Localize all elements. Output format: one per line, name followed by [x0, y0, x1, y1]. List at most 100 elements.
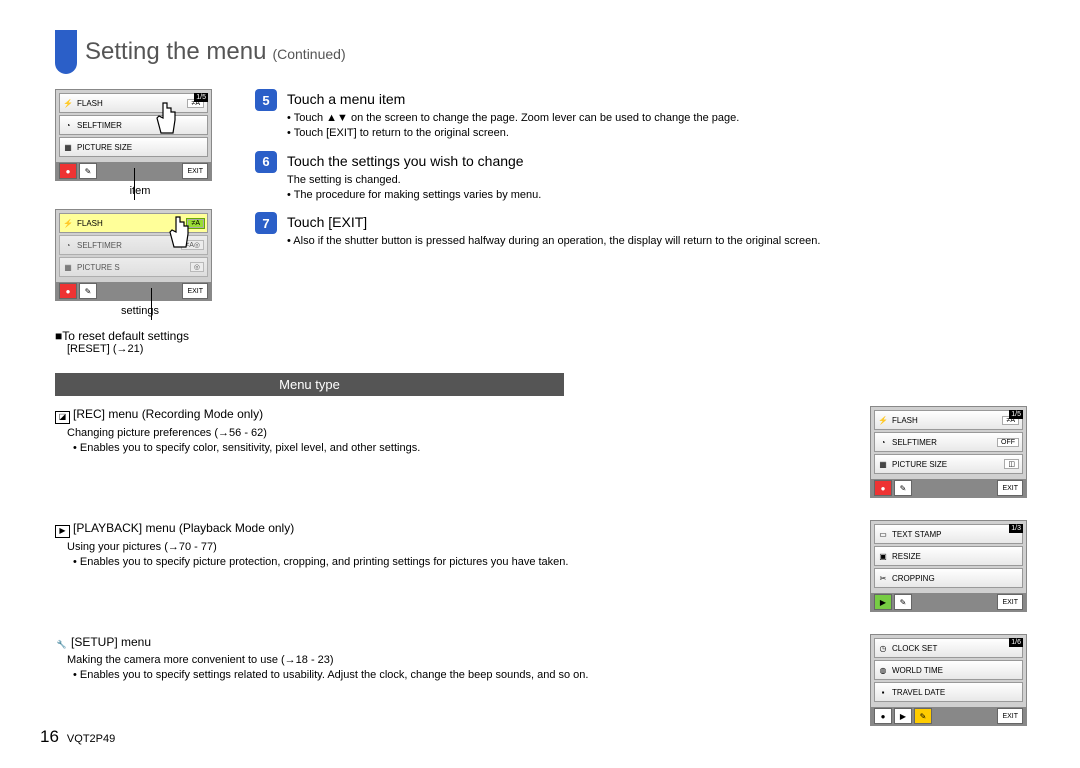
setup-line: Making the camera more convenient to use… [67, 653, 850, 668]
crop-icon: ✂ [878, 573, 888, 583]
step-title: Touch a menu item [287, 91, 1025, 107]
travel-icon: ▪ [878, 687, 888, 697]
menu-row-picturesize: ▦ PICTURE SIZE [59, 137, 208, 157]
exit-button: EXIT [997, 480, 1023, 496]
setup-demo-screen: 1/6 ◷CLOCK SET ◍WORLD TIME ▪TRAVEL DATE … [870, 634, 1027, 726]
camera-icon: ◪ [55, 411, 70, 424]
picture-icon: ▦ [878, 459, 888, 469]
row-label: CLOCK SET [892, 644, 937, 653]
playback-menu-entry: ▶[PLAYBACK] menu (Playback Mode only) Us… [55, 520, 1025, 616]
hand-pointer-icon [151, 98, 181, 138]
play-title: ▶[PLAYBACK] menu (Playback Mode only) [55, 520, 850, 538]
menu-row-picturesize: ▦ PICTURE S ◎ [59, 257, 208, 277]
page-indicator: 1/3 [1009, 524, 1023, 533]
row-label: PICTURE SIZE [77, 143, 132, 152]
step-title: Touch the settings you wish to change [287, 153, 1025, 169]
setup-tab-icon: ✎ [914, 708, 932, 724]
flash-icon: ⚡ [878, 415, 888, 425]
screen-footer: ● ✎ EXIT [56, 282, 211, 300]
row-label: PICTURE S [77, 263, 120, 272]
step-number: 6 [255, 151, 277, 173]
setup-menu-entry: 🔧[SETUP] menu Making the camera more con… [55, 634, 1025, 730]
doc-code: VQT2P49 [67, 733, 115, 745]
row-label: FLASH [892, 416, 918, 425]
rec-tab-icon: ● [59, 163, 77, 179]
rec-line: Changing picture preferences (→56 - 62) [67, 426, 850, 441]
setup-bullet: • Enables you to specify settings relate… [81, 668, 850, 683]
row-label: CROPPING [892, 574, 935, 583]
setup-title: 🔧[SETUP] menu [55, 634, 850, 651]
row-label: TEXT STAMP [892, 530, 942, 539]
flash-icon: ⚡ [63, 218, 73, 228]
step-bullet: • Touch ▲▼ on the screen to change the p… [287, 111, 1025, 126]
exit-button: EXIT [182, 163, 208, 179]
play-bullet: • Enables you to specify picture protect… [81, 555, 850, 570]
header-ornament [55, 30, 77, 74]
page-footer: 16 VQT2P49 [40, 727, 115, 747]
setup-tab-icon: ✎ [79, 163, 97, 179]
page-title: Setting the menu (Continued) [85, 38, 346, 66]
header-bar: Setting the menu (Continued) [55, 30, 1025, 74]
page-indicator: 1/5 [1009, 410, 1023, 419]
timer-icon: ◔ [878, 437, 888, 447]
row-label: SELFTIMER [892, 438, 937, 447]
screen-caption-settings: settings [55, 305, 225, 317]
timer-icon: ◔ [63, 120, 73, 130]
menu-type-header: Menu type [55, 373, 564, 396]
rec-title-text: [REC] menu (Recording Mode only) [73, 407, 263, 421]
page-indicator: 1/6 [1009, 638, 1023, 647]
setup-tab-icon: ✎ [894, 594, 912, 610]
row-label: FLASH [77, 99, 103, 108]
hand-pointer-icon [164, 212, 194, 252]
resize-icon: ▣ [878, 551, 888, 561]
exit-button: EXIT [997, 708, 1023, 724]
play-line: Using your pictures (→70 - 77) [67, 540, 850, 555]
rec-bullet: • Enables you to specify color, sensitiv… [81, 441, 850, 456]
step-title: Touch [EXIT] [287, 214, 1025, 230]
play-tab-icon: ▶ [894, 708, 912, 724]
play-title-text: [PLAYBACK] menu (Playback Mode only) [73, 521, 294, 535]
step-5: 5 Touch a menu item • Touch ▲▼ on the sc… [255, 89, 1025, 141]
row-value: OFF [997, 438, 1019, 447]
menu-row-selftimer: ◔ SELFTIMER [59, 115, 208, 135]
step-number: 5 [255, 89, 277, 111]
row-label: TRAVEL DATE [892, 688, 945, 697]
callout-line [134, 168, 135, 200]
play-demo-screen: 1/3 ▭ TEXT STAMP ▣ RESIZE ✂ CROPPING ▶✎ EXIT [870, 520, 1027, 612]
row-label: SELFTIMER [77, 241, 122, 250]
play-icon: ▶ [55, 525, 70, 538]
menu-row-flash: ⚡ FLASH ≠A [59, 93, 208, 113]
step-number: 7 [255, 212, 277, 234]
title-continued: (Continued) [272, 46, 345, 62]
picture-icon: ▦ [63, 262, 73, 272]
callout-line [151, 288, 152, 320]
reset-block: ■To reset default settings [RESET] (→21) [55, 329, 225, 355]
rec-tab-icon: ● [874, 480, 892, 496]
world-icon: ◍ [878, 665, 888, 675]
play-tab-icon: ▶ [874, 594, 892, 610]
rec-menu-entry: ◪[REC] menu (Recording Mode only) Changi… [55, 406, 1025, 502]
exit-button: EXIT [997, 594, 1023, 610]
rec-tab-icon: ● [59, 283, 77, 299]
picture-icon: ▦ [63, 142, 73, 152]
flash-icon: ⚡ [63, 98, 73, 108]
reset-title: ■To reset default settings [55, 329, 225, 343]
demo-screen-settings: ⚡ FLASH ≠A ◔ SELFTIMER ≠A◎ ▦ PICTURE S ◎ [55, 209, 212, 301]
row-label: FLASH [77, 219, 103, 228]
setup-title-text: [SETUP] menu [71, 635, 151, 649]
step-bullet: • Also if the shutter button is pressed … [287, 234, 1025, 249]
step-6: 6 Touch the settings you wish to change … [255, 151, 1025, 203]
clock-icon: ◷ [878, 643, 888, 653]
step-7: 7 Touch [EXIT] • Also if the shutter but… [255, 212, 1025, 249]
row-value: ◫ [1004, 459, 1019, 469]
option-value: ◎ [190, 262, 204, 272]
stamp-icon: ▭ [878, 529, 888, 539]
exit-button: EXIT [182, 283, 208, 299]
page-number: 16 [40, 727, 59, 747]
demo-screen-item: 1/5 ⚡ FLASH ≠A ◔ SELFTIMER ▦ PICTURE SIZ… [55, 89, 212, 181]
page-indicator: 1/5 [194, 93, 208, 102]
row-label: RESIZE [892, 552, 921, 561]
step-bullet: • Touch [EXIT] to return to the original… [287, 126, 1025, 141]
screen-caption-item: item [55, 185, 225, 197]
rec-demo-screen: 1/5 ⚡FLASH≠A ◔SELFTIMEROFF ▦PICTURE SIZE… [870, 406, 1027, 498]
